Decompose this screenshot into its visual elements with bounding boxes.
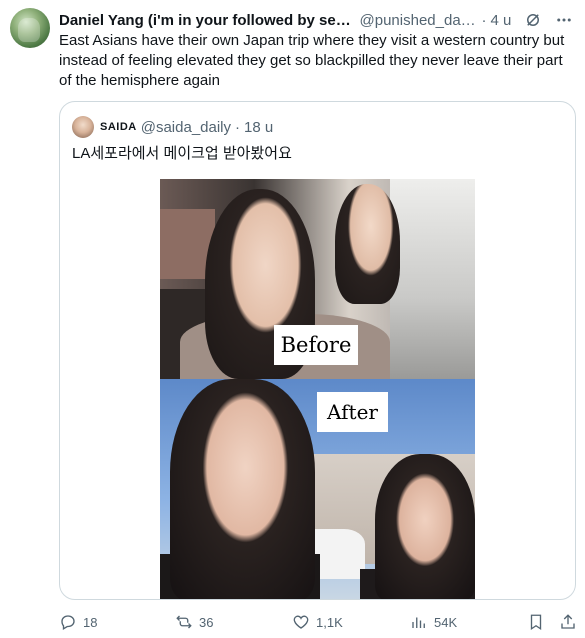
quoted-timestamp[interactable]: 18 u [244, 119, 273, 136]
tweet-timestamp[interactable]: 4 u [490, 12, 511, 29]
bookmark-button[interactable] [527, 612, 545, 632]
reply-count: 18 [83, 614, 98, 630]
tweet[interactable]: Daniel Yang (i'm in your followed by sec… [0, 0, 585, 638]
views-count: 54K [434, 614, 458, 630]
views-icon [412, 617, 425, 628]
repost-icon [176, 615, 192, 629]
heart-icon [293, 615, 309, 629]
before-photo: Before [160, 179, 475, 384]
like-button[interactable]: 1,1K [292, 612, 343, 632]
grok-icon[interactable] [523, 10, 542, 30]
more-icon[interactable] [555, 10, 574, 30]
quoted-photo[interactable]: Before After [160, 179, 475, 599]
display-name[interactable]: Daniel Yang (i'm in your followed by sec… [59, 12, 356, 29]
quoted-display-name[interactable]: SAIDA [100, 121, 137, 133]
separator-dot: · [235, 118, 241, 136]
views-button[interactable]: 54K [410, 612, 457, 632]
tweet-header: Daniel Yang (i'm in your followed by sec… [59, 9, 574, 31]
repost-button[interactable]: 36 [175, 612, 213, 632]
repost-count: 36 [199, 614, 214, 630]
tweet-text: East Asians have their own Japan trip wh… [59, 32, 565, 89]
after-label: After [317, 392, 388, 432]
reply-button[interactable]: 18 [59, 612, 97, 632]
avatar[interactable] [10, 8, 50, 48]
reply-icon [61, 615, 75, 630]
quoted-tweet[interactable]: SAIDA @saida_daily · 18 u LA세포라에서 메이크업 받… [59, 101, 576, 600]
separator-dot: · [481, 11, 487, 29]
share-icon [561, 614, 575, 629]
action-bar: 18 36 1,1K 54K [59, 612, 575, 632]
bookmark-icon [530, 614, 542, 631]
share-button[interactable] [559, 612, 577, 632]
quoted-handle[interactable]: @saida_daily [141, 119, 231, 136]
quoted-text: LA세포라에서 메이크업 받아봤어요 [72, 145, 292, 162]
quoted-avatar[interactable] [72, 116, 94, 138]
before-label: Before [274, 325, 358, 365]
like-count: 1,1K [316, 614, 343, 630]
quoted-header: SAIDA @saida_daily · 18 u [100, 117, 273, 137]
user-handle[interactable]: @punished_dan... [360, 12, 478, 29]
